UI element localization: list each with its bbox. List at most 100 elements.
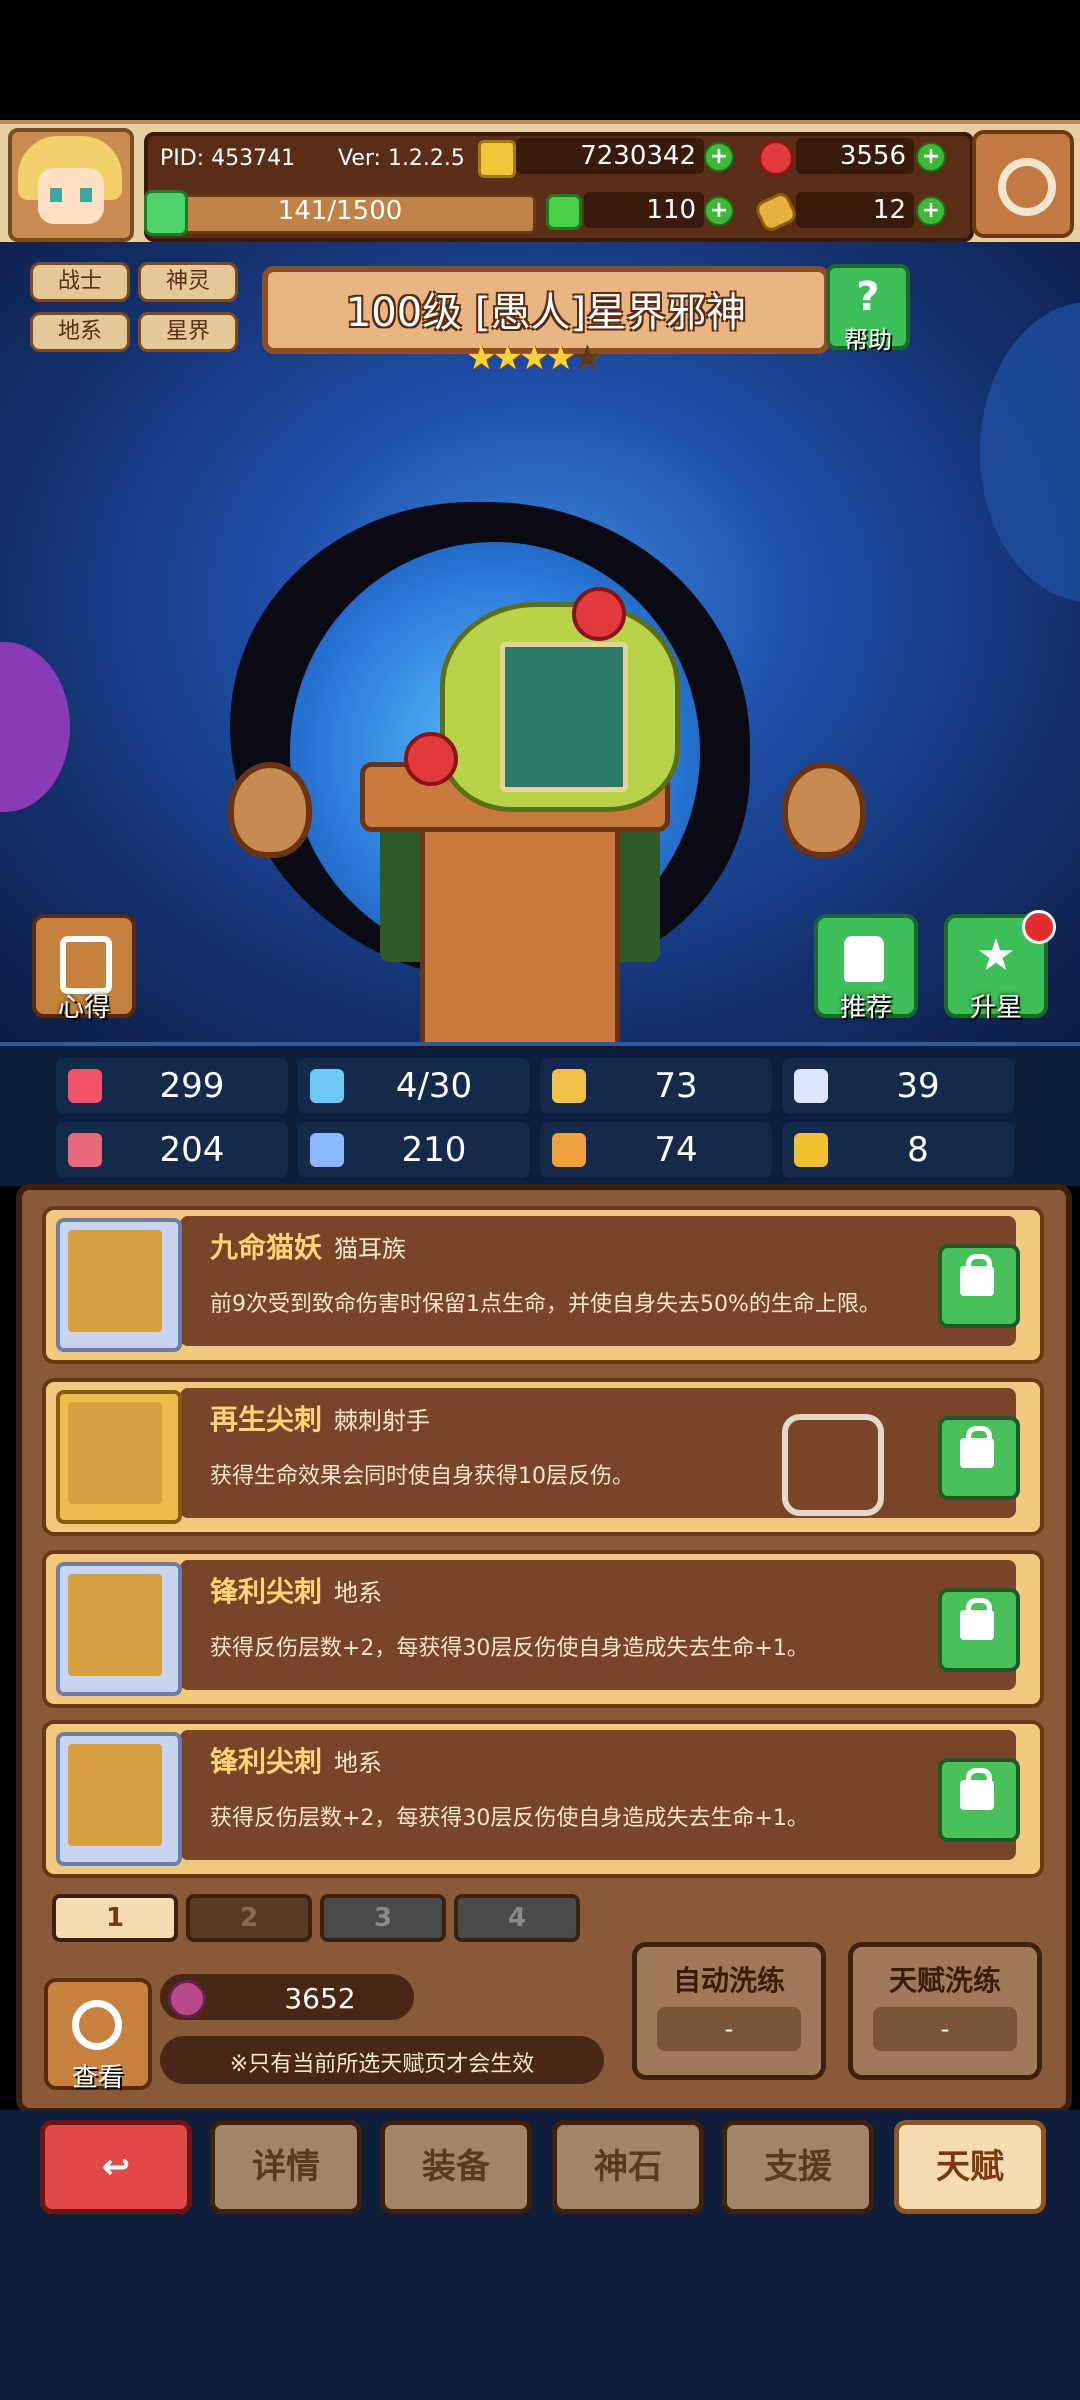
- lock-button[interactable]: [938, 1244, 1020, 1328]
- fist-icon: [68, 1133, 102, 1167]
- star-badge-icon: [56, 1390, 182, 1524]
- talent-description: 获得反伤层数+2，每获得30层反伤使自身造成失去生命+1。: [210, 1806, 809, 1831]
- talent-description: 获得反伤层数+2，每获得30层反伤使自身造成失去生命+1。: [210, 1636, 809, 1661]
- talent-card[interactable]: 九命猫妖 猫耳族 前9次受到致命伤害时保留1点生命，并使自身失去50%的生命上限。: [42, 1206, 1044, 1364]
- gold-coin-icon: [478, 140, 516, 178]
- stat-value: 204: [159, 1130, 225, 1170]
- red-gem-icon: [758, 140, 794, 176]
- wing-icon: [794, 1069, 828, 1103]
- thumbs-up-icon: [844, 936, 884, 982]
- page-tab-1[interactable]: 1: [52, 1894, 178, 1942]
- view-button[interactable]: 查看: [44, 1978, 152, 2093]
- talent-wash-cost: -: [873, 2007, 1017, 2051]
- page-tab-3[interactable]: 3: [320, 1894, 446, 1942]
- talent-name: 九命猫妖 猫耳族: [210, 1231, 407, 1264]
- clover-icon: [546, 194, 582, 230]
- tag-deity: 神灵: [138, 262, 238, 302]
- talent-subtitle: 地系: [334, 1579, 383, 1607]
- talent-page-tabs: 1 2 3 4: [40, 1890, 600, 1942]
- nav-support[interactable]: 支援: [722, 2120, 874, 2214]
- add-clover-button[interactable]: +: [704, 196, 734, 226]
- red-orb: [572, 587, 626, 641]
- shield-icon: [552, 1069, 586, 1103]
- auto-wash-button[interactable]: 自动洗练 -: [632, 1942, 826, 2080]
- shield-left: [228, 762, 312, 858]
- stat-value: 4/30: [395, 1066, 473, 1106]
- back-button[interactable]: ↩: [40, 2120, 192, 2214]
- page-tab-4[interactable]: 4: [454, 1894, 580, 1942]
- stat-cell: 74: [540, 1122, 772, 1178]
- water-drop-icon: [310, 1069, 344, 1103]
- talent-subtitle: 棘刺射手: [334, 1407, 431, 1435]
- talent-card[interactable]: 再生尖刺 棘刺射手 获得生命效果会同时使自身获得10层反伤。: [42, 1378, 1044, 1536]
- stat-cell: 299: [56, 1058, 288, 1114]
- lock-button[interactable]: [938, 1758, 1020, 1842]
- notes-label: 心得: [57, 993, 110, 1023]
- blue-planet: [980, 302, 1080, 602]
- tag-astral: 星界: [138, 312, 238, 352]
- talent-name: 锋利尖刺 地系: [210, 1575, 383, 1608]
- stat-cell: 4/30: [298, 1058, 530, 1114]
- nav-godstone[interactable]: 神石: [552, 2120, 704, 2214]
- version-label: Ver: 1.2.2.5: [338, 146, 465, 171]
- stat-value: 74: [654, 1130, 698, 1170]
- add-food-button[interactable]: +: [916, 196, 946, 226]
- auto-wash-label: 自动洗练: [672, 1964, 785, 1997]
- stat-value: 299: [159, 1066, 225, 1106]
- add-gem-button[interactable]: +: [916, 142, 946, 172]
- spellbook-icon: [310, 1133, 344, 1167]
- talent-subtitle: 地系: [334, 1749, 383, 1777]
- player-avatar[interactable]: [8, 128, 134, 242]
- nav-equipment[interactable]: 装备: [380, 2120, 532, 2214]
- talent-card[interactable]: 锋利尖刺 地系 获得反伤层数+2，每获得30层反伤使自身造成失去生命+1。: [42, 1550, 1044, 1708]
- notice-text: ※只有当前所选天赋页才会生效: [229, 2052, 535, 2077]
- page-tab-2[interactable]: 2: [186, 1894, 312, 1942]
- nav-talent[interactable]: 天赋: [894, 2120, 1046, 2214]
- crossed-spikes-icon: [56, 1732, 182, 1866]
- settings-button[interactable]: [972, 130, 1074, 238]
- gear-icon: [998, 158, 1056, 216]
- purple-planet: [0, 642, 70, 812]
- lock-button[interactable]: [938, 1416, 1020, 1500]
- help-button[interactable]: ? 帮助: [826, 264, 910, 354]
- upgrade-star-label: 升星: [969, 993, 1022, 1023]
- help-label: 帮助: [844, 326, 892, 354]
- shield-right: [782, 762, 866, 858]
- empty-star: ★: [571, 338, 603, 378]
- talent-name: 锋利尖刺 地系: [210, 1745, 383, 1778]
- talent-wash-button[interactable]: 天赋洗练 -: [848, 1942, 1042, 2080]
- heart-icon: [68, 1069, 102, 1103]
- stat-cell: 210: [298, 1122, 530, 1178]
- auto-wash-cost: -: [657, 2007, 801, 2051]
- view-label: 查看: [71, 2063, 124, 2093]
- stat-value: 73: [654, 1066, 698, 1106]
- player-id: PID: 453741: [160, 146, 296, 171]
- stat-value: 8: [907, 1130, 929, 1170]
- star-icon: ★: [976, 930, 1016, 981]
- stat-value: 39: [896, 1066, 940, 1106]
- food-amount: 12: [796, 192, 914, 228]
- notification-dot: [1022, 910, 1056, 944]
- gold-amount: 7230342: [516, 138, 704, 174]
- talent-card[interactable]: 锋利尖刺 地系 获得反伤层数+2，每获得30层反伤使自身造成失去生命+1。: [42, 1720, 1044, 1878]
- talent-wash-label: 天赋洗练: [888, 1964, 1001, 1997]
- crossed-spikes-icon: [56, 1562, 182, 1696]
- hero-portrait-frame: [500, 642, 628, 792]
- horseshoe-icon: [794, 1133, 828, 1167]
- star-rating: ★★★★★: [466, 338, 603, 378]
- boot-icon: [552, 1133, 586, 1167]
- talent-description: 前9次受到致命伤害时保留1点生命，并使自身失去50%的生命上限。: [210, 1292, 881, 1317]
- nav-details[interactable]: 详情: [210, 2120, 362, 2214]
- tag-earth: 地系: [30, 312, 130, 352]
- refresh-effect-icon: [782, 1414, 884, 1516]
- notes-button[interactable]: 心得: [32, 914, 136, 1023]
- add-gold-button[interactable]: +: [704, 142, 734, 172]
- lock-button[interactable]: [938, 1588, 1020, 1672]
- stat-value: 210: [401, 1130, 467, 1170]
- tag-warrior: 战士: [30, 262, 130, 302]
- recommend-button[interactable]: 推荐: [814, 914, 918, 1023]
- wash-currency-amount: 3652: [284, 1982, 356, 2015]
- talent-description: 获得生命效果会同时使自身获得10层反伤。: [210, 1464, 634, 1489]
- hero-title: 100级 [愚人]星界邪神: [345, 290, 747, 336]
- talent-name: 再生尖刺 棘刺射手: [210, 1403, 431, 1436]
